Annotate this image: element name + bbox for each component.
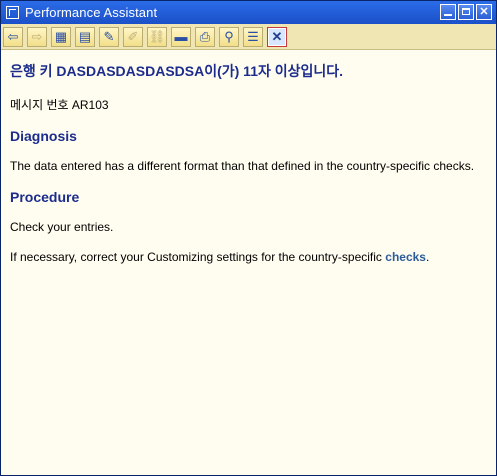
print-button[interactable]: ⎙ <box>195 26 215 47</box>
edit-icon: ✎ <box>103 28 115 44</box>
tool-8[interactable]: ▬ <box>171 26 191 47</box>
diagnosis-title: Diagnosis <box>10 128 77 144</box>
procedure-text-2: If necessary, correct your Customizing s… <box>10 250 480 265</box>
help-content: 은행 키 DASDASDASDASDSA이(가) 11자 이상입니다. 메시지 … <box>10 61 480 280</box>
pencil-icon: ✐ <box>127 28 139 44</box>
title-bar[interactable]: Performance Assistant ✕ <box>1 1 496 24</box>
link-icon: ⛓ <box>148 28 166 44</box>
procedure-text-1: Check your entries. <box>10 220 114 234</box>
printer-icon: ⎙ <box>199 28 211 44</box>
tool-11[interactable]: ☰ <box>243 26 263 47</box>
close-assistant-button[interactable]: ✕ <box>267 26 287 47</box>
message-number: 메시지 번호 AR103 <box>10 98 109 112</box>
window-icon: ▬ <box>174 29 188 44</box>
forward-button[interactable]: ⇨ <box>27 26 47 47</box>
tool-6[interactable]: ✐ <box>123 26 143 47</box>
back-button[interactable]: ⇦ <box>3 26 23 47</box>
performance-assistant-window: Performance Assistant ✕ ⇦ ⇨ ▦ ▤ ✎ ✐ ⛓ ▬ ⎙ ⚲ ☰ ✕ 은행 … <box>0 0 497 476</box>
checks-link[interactable]: checks <box>385 250 426 264</box>
find-button[interactable]: ⚲ <box>219 26 239 47</box>
arrow-left-icon: ⇦ <box>7 28 19 44</box>
close-window-button[interactable]: ✕ <box>476 4 492 20</box>
procedure-text-2-pre: If necessary, correct your Customizing s… <box>10 250 386 264</box>
toolbar: ⇦ ⇨ ▦ ▤ ✎ ✐ ⛓ ▬ ⎙ ⚲ ☰ ✕ <box>1 24 496 50</box>
message-heading: 은행 키 DASDASDASDASDSA이(가) 11자 이상입니다. <box>10 63 344 79</box>
app-icon <box>6 6 19 19</box>
procedure-title: Procedure <box>10 189 80 205</box>
tool-3[interactable]: ▦ <box>51 26 71 47</box>
window-controls: ✕ <box>440 4 492 20</box>
maximize-button[interactable] <box>458 4 474 20</box>
window-title: Performance Assistant <box>25 5 158 20</box>
grid-icon: ▦ <box>54 28 68 44</box>
diagnosis-text: The data entered has a different format … <box>10 159 475 173</box>
minimize-button[interactable] <box>440 4 456 20</box>
list-icon: ☰ <box>247 28 259 44</box>
procedure-text-2-post: . <box>425 250 430 264</box>
tool-7[interactable]: ⛓ <box>147 26 167 47</box>
binoculars-icon: ⚲ <box>224 28 234 44</box>
arrow-right-icon: ⇨ <box>31 28 43 44</box>
hierarchy-icon: ▤ <box>78 28 92 44</box>
tool-5[interactable]: ✎ <box>99 26 119 47</box>
close-icon: ✕ <box>271 28 283 44</box>
tool-4[interactable]: ▤ <box>75 26 95 47</box>
